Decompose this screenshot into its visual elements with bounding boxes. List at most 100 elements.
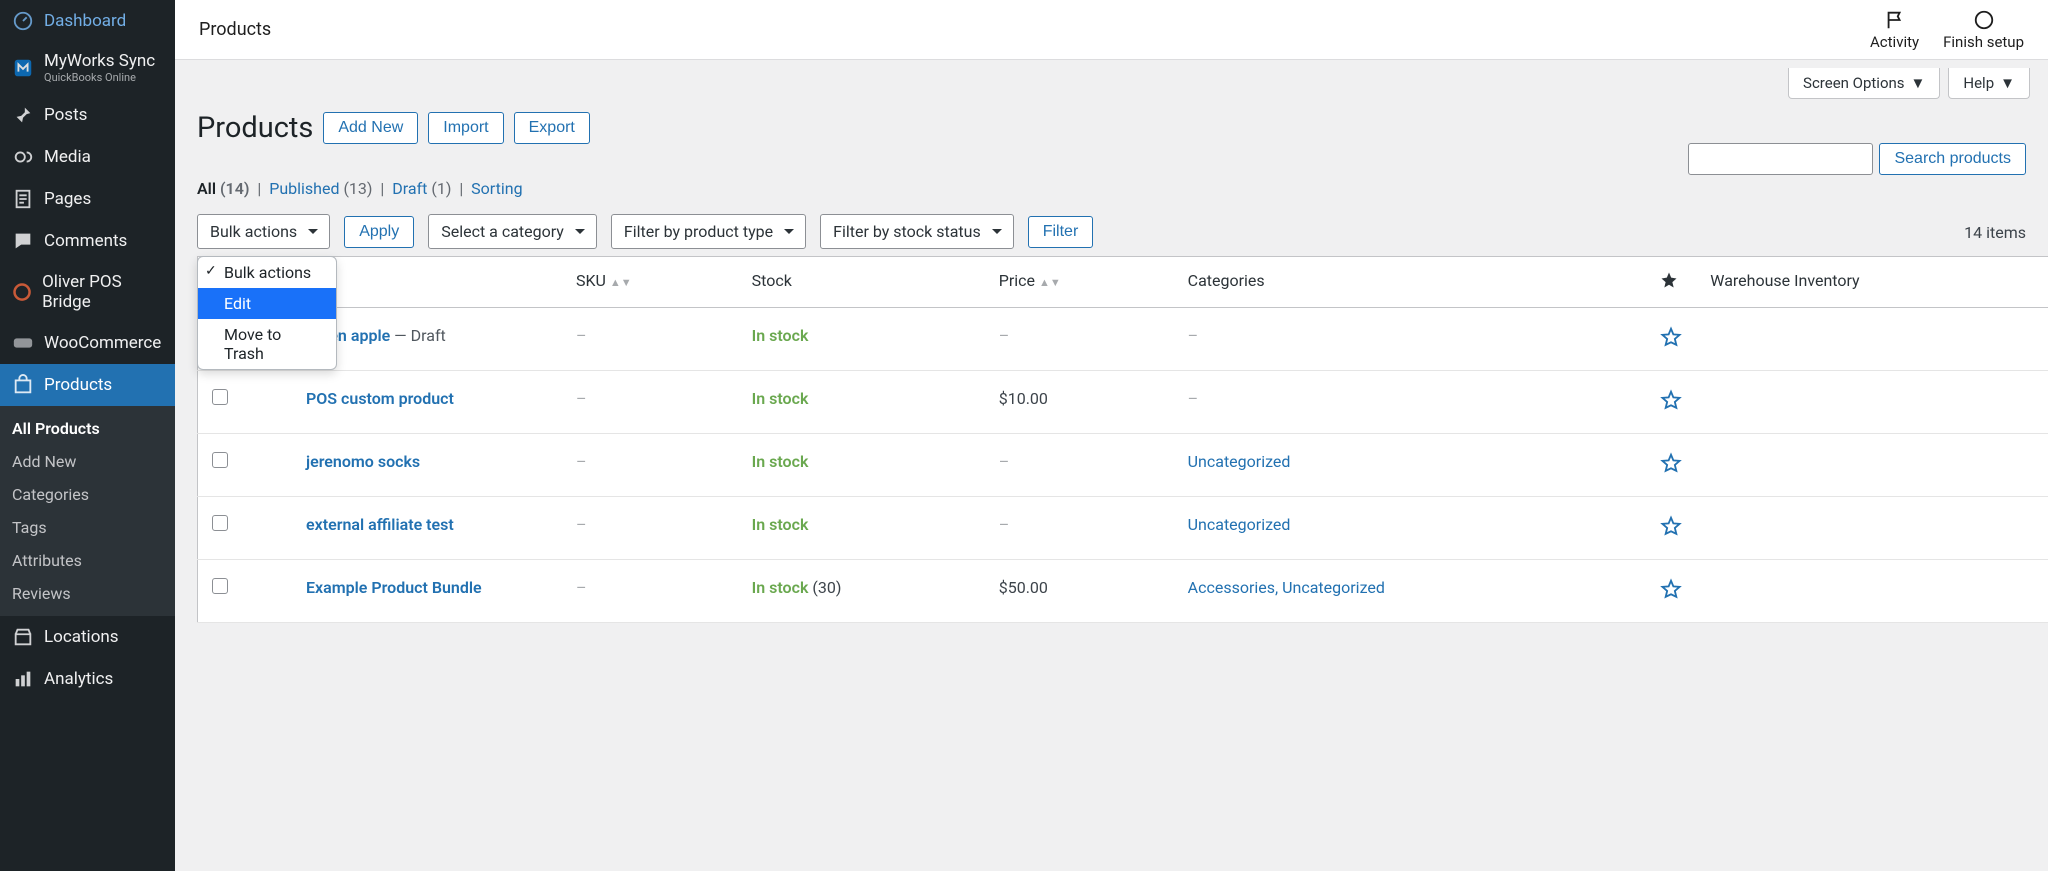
- sidebar-item-locations[interactable]: Locations: [0, 616, 175, 658]
- page-icon: [12, 188, 34, 210]
- product-sku: –: [562, 560, 738, 623]
- product-stock: In stock: [738, 371, 985, 434]
- sidebar-item-media[interactable]: Media: [0, 136, 175, 178]
- stock-status-select[interactable]: Filter by stock status: [820, 214, 1014, 249]
- category-select[interactable]: Select a category: [428, 214, 597, 249]
- product-type-select[interactable]: Filter by product type: [611, 214, 806, 249]
- submenu-add-new[interactable]: Add New: [0, 445, 175, 478]
- product-price: –: [985, 434, 1174, 497]
- submenu-attributes[interactable]: Attributes: [0, 544, 175, 577]
- featured-toggle[interactable]: [1646, 560, 1696, 623]
- filter-button[interactable]: Filter: [1028, 216, 1094, 248]
- col-sku[interactable]: SKU▲▼: [562, 257, 738, 308]
- product-price: $50.00: [985, 560, 1174, 623]
- product-thumb[interactable]: [242, 434, 292, 497]
- help-button[interactable]: Help▼: [1948, 68, 2030, 99]
- product-categories[interactable]: Accessories, Uncategorized: [1174, 560, 1647, 623]
- sidebar-item-products[interactable]: Products: [0, 364, 175, 406]
- status-draft[interactable]: Draft (1): [392, 179, 451, 198]
- status-published[interactable]: Published (13): [269, 179, 372, 198]
- col-price[interactable]: Price▲▼: [985, 257, 1174, 308]
- sidebar-label: Locations: [44, 627, 119, 647]
- product-categories[interactable]: Uncategorized: [1174, 497, 1647, 560]
- table-row: Example Product Bundle–In stock (30)$50.…: [198, 560, 2048, 623]
- submenu-categories[interactable]: Categories: [0, 478, 175, 511]
- sidebar-item-dashboard[interactable]: Dashboard: [0, 0, 175, 42]
- sidebar-submenu: All Products Add New Categories Tags Att…: [0, 406, 175, 616]
- flag-icon: [1884, 9, 1906, 31]
- row-checkbox[interactable]: [212, 515, 228, 531]
- product-sku: –: [562, 371, 738, 434]
- sidebar-label: Dashboard: [44, 11, 126, 31]
- products-icon: [12, 374, 34, 396]
- product-categories[interactable]: Uncategorized: [1174, 434, 1647, 497]
- submenu-tags[interactable]: Tags: [0, 511, 175, 544]
- import-button[interactable]: Import: [428, 112, 503, 144]
- table-row: external affiliate test–In stock–Uncateg…: [198, 497, 2048, 560]
- search-input[interactable]: [1688, 143, 1873, 175]
- sidebar-label: MyWorks Sync: [44, 51, 155, 71]
- sidebar-item-woocommerce[interactable]: WooCommerce: [0, 322, 175, 364]
- product-thumb[interactable]: [242, 497, 292, 560]
- featured-toggle[interactable]: [1646, 371, 1696, 434]
- submenu-reviews[interactable]: Reviews: [0, 577, 175, 610]
- sidebar-item-analytics[interactable]: Analytics: [0, 658, 175, 700]
- col-categories[interactable]: Categories: [1174, 257, 1647, 308]
- search-products-button[interactable]: Search products: [1879, 143, 2026, 175]
- product-name-cell[interactable]: jerenomo socks: [292, 434, 562, 497]
- featured-toggle[interactable]: [1646, 308, 1696, 371]
- table-row: POS custom product–In stock$10.00–: [198, 371, 2048, 434]
- bulk-option-bulk-actions[interactable]: Bulk actions: [198, 257, 336, 288]
- export-button[interactable]: Export: [514, 112, 590, 144]
- product-name-cell[interactable]: Example Product Bundle: [292, 560, 562, 623]
- store-icon: [12, 626, 34, 648]
- apply-button[interactable]: Apply: [344, 216, 414, 248]
- col-warehouse[interactable]: Warehouse Inventory: [1696, 257, 2048, 308]
- woocommerce-icon: [12, 332, 34, 354]
- row-checkbox[interactable]: [212, 389, 228, 405]
- status-all[interactable]: All (14): [197, 179, 249, 198]
- product-thumb[interactable]: [242, 371, 292, 434]
- col-stock[interactable]: Stock: [738, 257, 985, 308]
- main-content: Products Activity Finish setup Screen Op…: [175, 0, 2048, 871]
- sidebar-label: Products: [44, 375, 112, 395]
- circle-icon: [1973, 9, 1995, 31]
- activity-button[interactable]: Activity: [1870, 9, 1919, 51]
- product-stock: In stock: [738, 308, 985, 371]
- finish-setup-button[interactable]: Finish setup: [1943, 9, 2024, 51]
- product-thumb[interactable]: [242, 560, 292, 623]
- sidebar-item-myworks[interactable]: MyWorks Sync QuickBooks Online: [0, 42, 175, 94]
- chevron-down-icon: ▼: [2000, 74, 2015, 92]
- status-sorting[interactable]: Sorting: [471, 179, 522, 198]
- sidebar-item-pages[interactable]: Pages: [0, 178, 175, 220]
- product-sku: –: [562, 497, 738, 560]
- woo-header: Products Activity Finish setup: [175, 0, 2048, 60]
- bulk-option-edit[interactable]: Edit: [198, 288, 336, 319]
- add-new-button[interactable]: Add New: [323, 112, 418, 144]
- col-featured[interactable]: [1646, 257, 1696, 308]
- product-name-cell[interactable]: external affiliate test: [292, 497, 562, 560]
- media-icon: [12, 146, 34, 168]
- screen-options-button[interactable]: Screen Options▼: [1788, 68, 1940, 99]
- product-sku: –: [562, 434, 738, 497]
- sidebar-item-oliverpos[interactable]: Oliver POS Bridge: [0, 262, 175, 322]
- bulk-option-trash[interactable]: Move to Trash: [198, 319, 336, 369]
- table-row: jerenomo socks–In stock–Uncategorized: [198, 434, 2048, 497]
- sidebar-sublabel: QuickBooks Online: [44, 72, 155, 85]
- row-checkbox[interactable]: [212, 452, 228, 468]
- table-nav: Bulk actions Apply Select a category Fil…: [175, 208, 2048, 256]
- product-warehouse: [1696, 308, 2048, 371]
- row-checkbox[interactable]: [212, 578, 228, 594]
- item-count: 14 items: [1964, 223, 2026, 242]
- sidebar-label: Analytics: [44, 669, 113, 689]
- product-warehouse: [1696, 497, 2048, 560]
- product-stock: In stock: [738, 497, 985, 560]
- featured-toggle[interactable]: [1646, 434, 1696, 497]
- featured-toggle[interactable]: [1646, 497, 1696, 560]
- bulk-actions-select[interactable]: Bulk actions: [197, 214, 330, 249]
- sidebar-item-posts[interactable]: Posts: [0, 94, 175, 136]
- sidebar-item-comments[interactable]: Comments: [0, 220, 175, 262]
- product-name-cell[interactable]: POS custom product: [292, 371, 562, 434]
- chevron-down-icon: ▼: [1911, 74, 1926, 92]
- submenu-all-products[interactable]: All Products: [0, 412, 175, 445]
